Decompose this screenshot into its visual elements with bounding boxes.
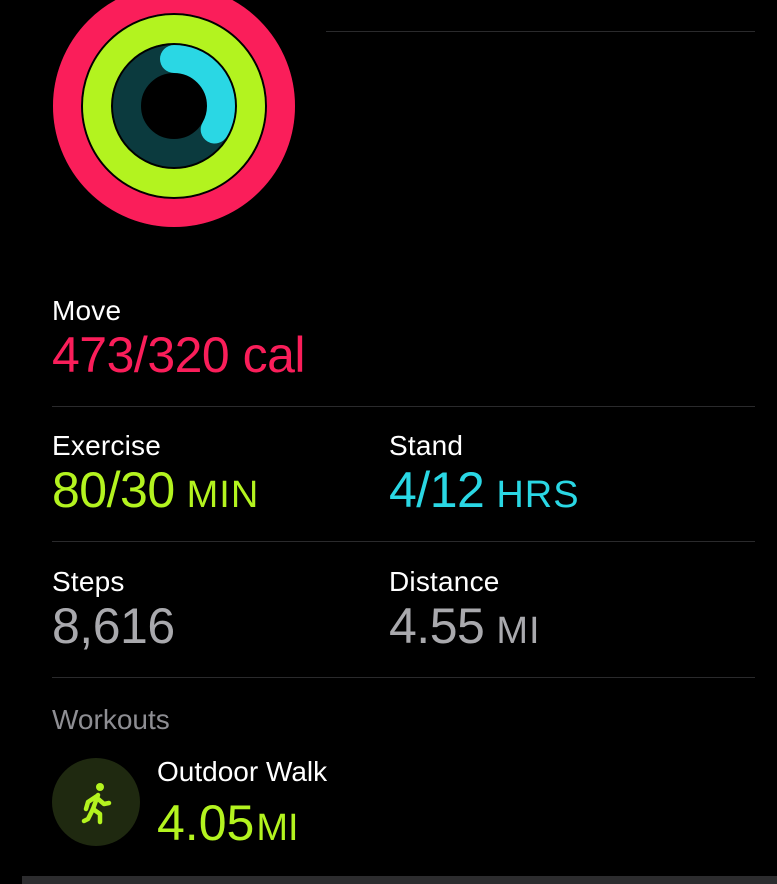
divider bbox=[52, 406, 755, 407]
exercise-value-row: 80/30 MIN bbox=[52, 462, 259, 523]
steps-label: Steps bbox=[52, 566, 125, 597]
steps-stat[interactable]: Steps 8,616 bbox=[52, 566, 175, 654]
distance-label: Distance bbox=[389, 566, 500, 597]
exercise-unit: MIN bbox=[186, 474, 260, 516]
exercise-value: 80/30 bbox=[52, 462, 175, 518]
move-label: Move bbox=[52, 295, 122, 326]
workout-value-row: 4.05MI bbox=[157, 795, 299, 856]
workouts-title: Workouts bbox=[52, 704, 170, 735]
walking-figure-icon bbox=[81, 783, 112, 825]
stand-stat[interactable]: Stand 4/12 HRS bbox=[389, 430, 580, 523]
move-stat[interactable]: Move 473/320 cal bbox=[52, 295, 306, 383]
bottom-bar bbox=[22, 876, 777, 884]
distance-unit: MI bbox=[496, 610, 541, 652]
stand-ring bbox=[113, 45, 235, 167]
move-value: 473/320 cal bbox=[52, 327, 306, 383]
exercise-stat[interactable]: Exercise 80/30 MIN bbox=[52, 430, 259, 523]
stand-value: 4/12 bbox=[389, 462, 485, 518]
workout-value: 4.05 bbox=[157, 795, 255, 851]
stand-unit: HRS bbox=[496, 474, 580, 516]
stand-value-row: 4/12 HRS bbox=[389, 462, 580, 523]
workout-unit: MI bbox=[256, 807, 299, 849]
distance-value-row: 4.55 MI bbox=[389, 598, 541, 659]
header-divider bbox=[326, 31, 755, 32]
divider bbox=[52, 677, 755, 678]
stand-label: Stand bbox=[389, 430, 464, 461]
divider bbox=[52, 541, 755, 542]
distance-stat[interactable]: Distance 4.55 MI bbox=[389, 566, 541, 659]
workout-icon-badge[interactable] bbox=[52, 758, 140, 846]
steps-value: 8,616 bbox=[52, 598, 175, 654]
distance-value: 4.55 bbox=[389, 598, 485, 654]
workout-name[interactable]: Outdoor Walk bbox=[157, 756, 327, 788]
exercise-label: Exercise bbox=[52, 430, 161, 461]
activity-rings[interactable] bbox=[52, 0, 296, 228]
